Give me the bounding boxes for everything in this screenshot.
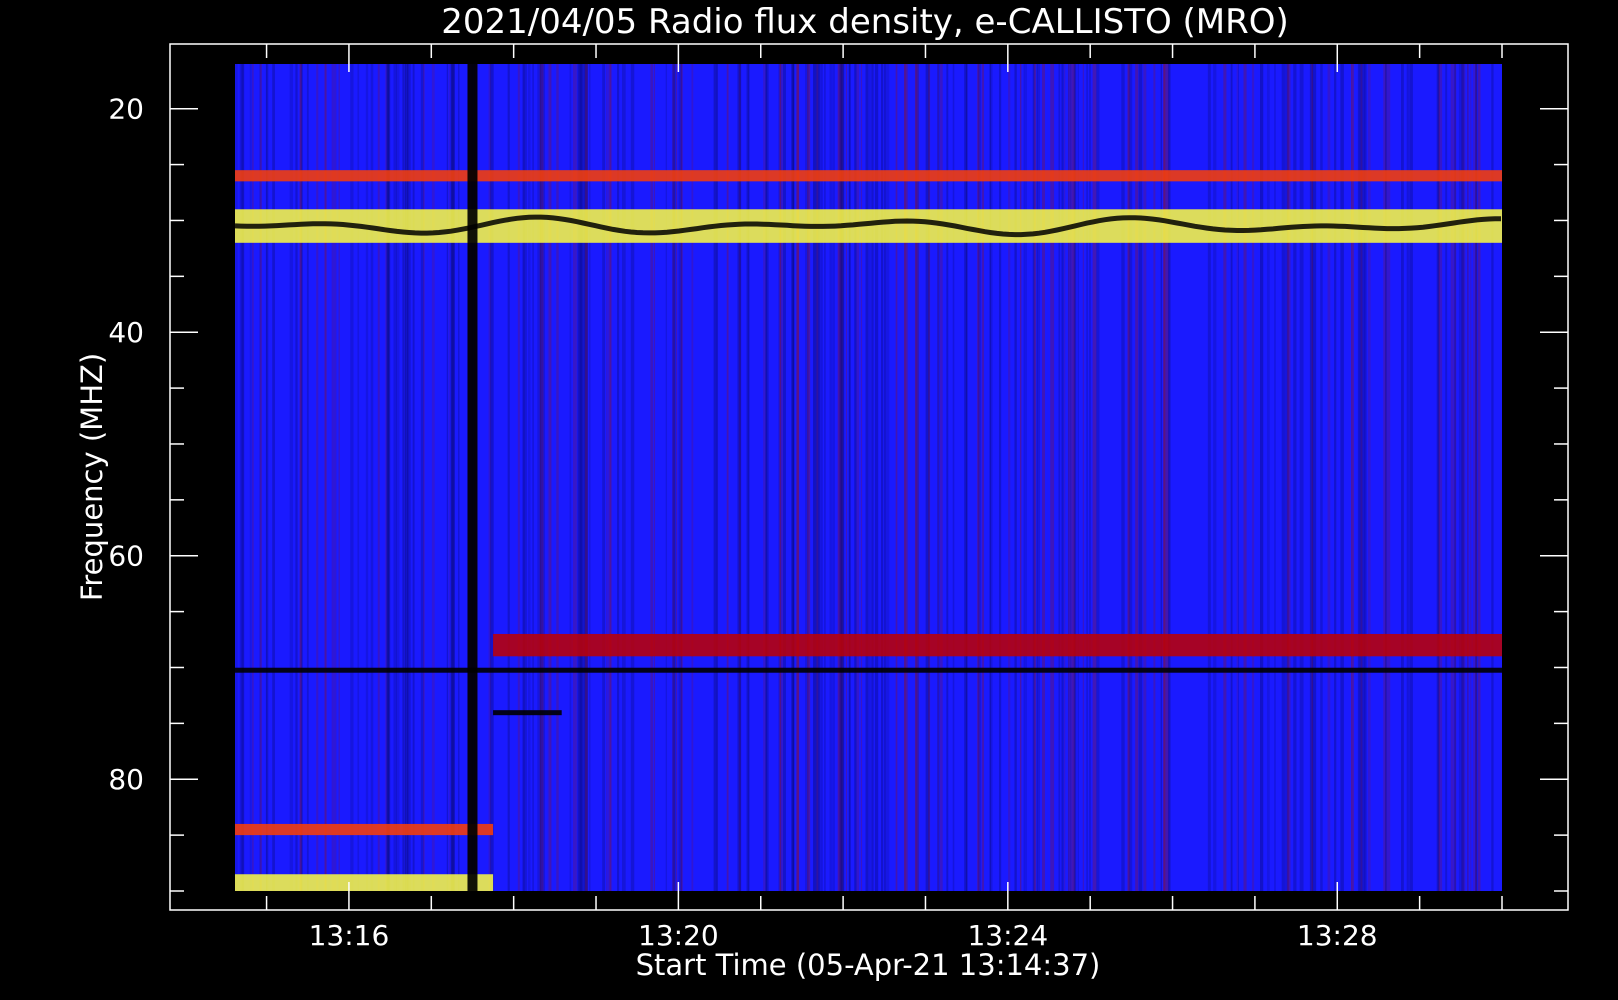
y-tick-label-0: 20 [108,93,144,126]
y-tick-label-2: 60 [108,540,144,573]
feature-band-0 [235,170,1502,182]
y-tick-label-3: 80 [108,763,144,796]
feature-dark-line-6 [493,710,562,716]
y-axis-label: Frequency (MHZ) [75,353,109,601]
y-tick-label-1: 40 [108,316,144,349]
heatmap-area [234,64,1503,891]
feature-dark-column-7 [467,64,478,891]
feature-band-4 [235,823,494,836]
x-tick-label-3: 13:28 [1297,919,1378,952]
feature-band-3 [235,874,494,891]
x-axis-label: Start Time (05-Apr-21 13:14:37) [636,948,1101,982]
feature-band-2 [493,633,1503,657]
feature-dark-line-5 [235,667,1502,673]
spectrogram-chart: 2021/04/05 Radio flux density, e-CALLIST… [0,0,1618,1000]
x-tick-label-0: 13:16 [309,919,390,952]
chart-title: 2021/04/05 Radio flux density, e-CALLIST… [441,2,1289,42]
